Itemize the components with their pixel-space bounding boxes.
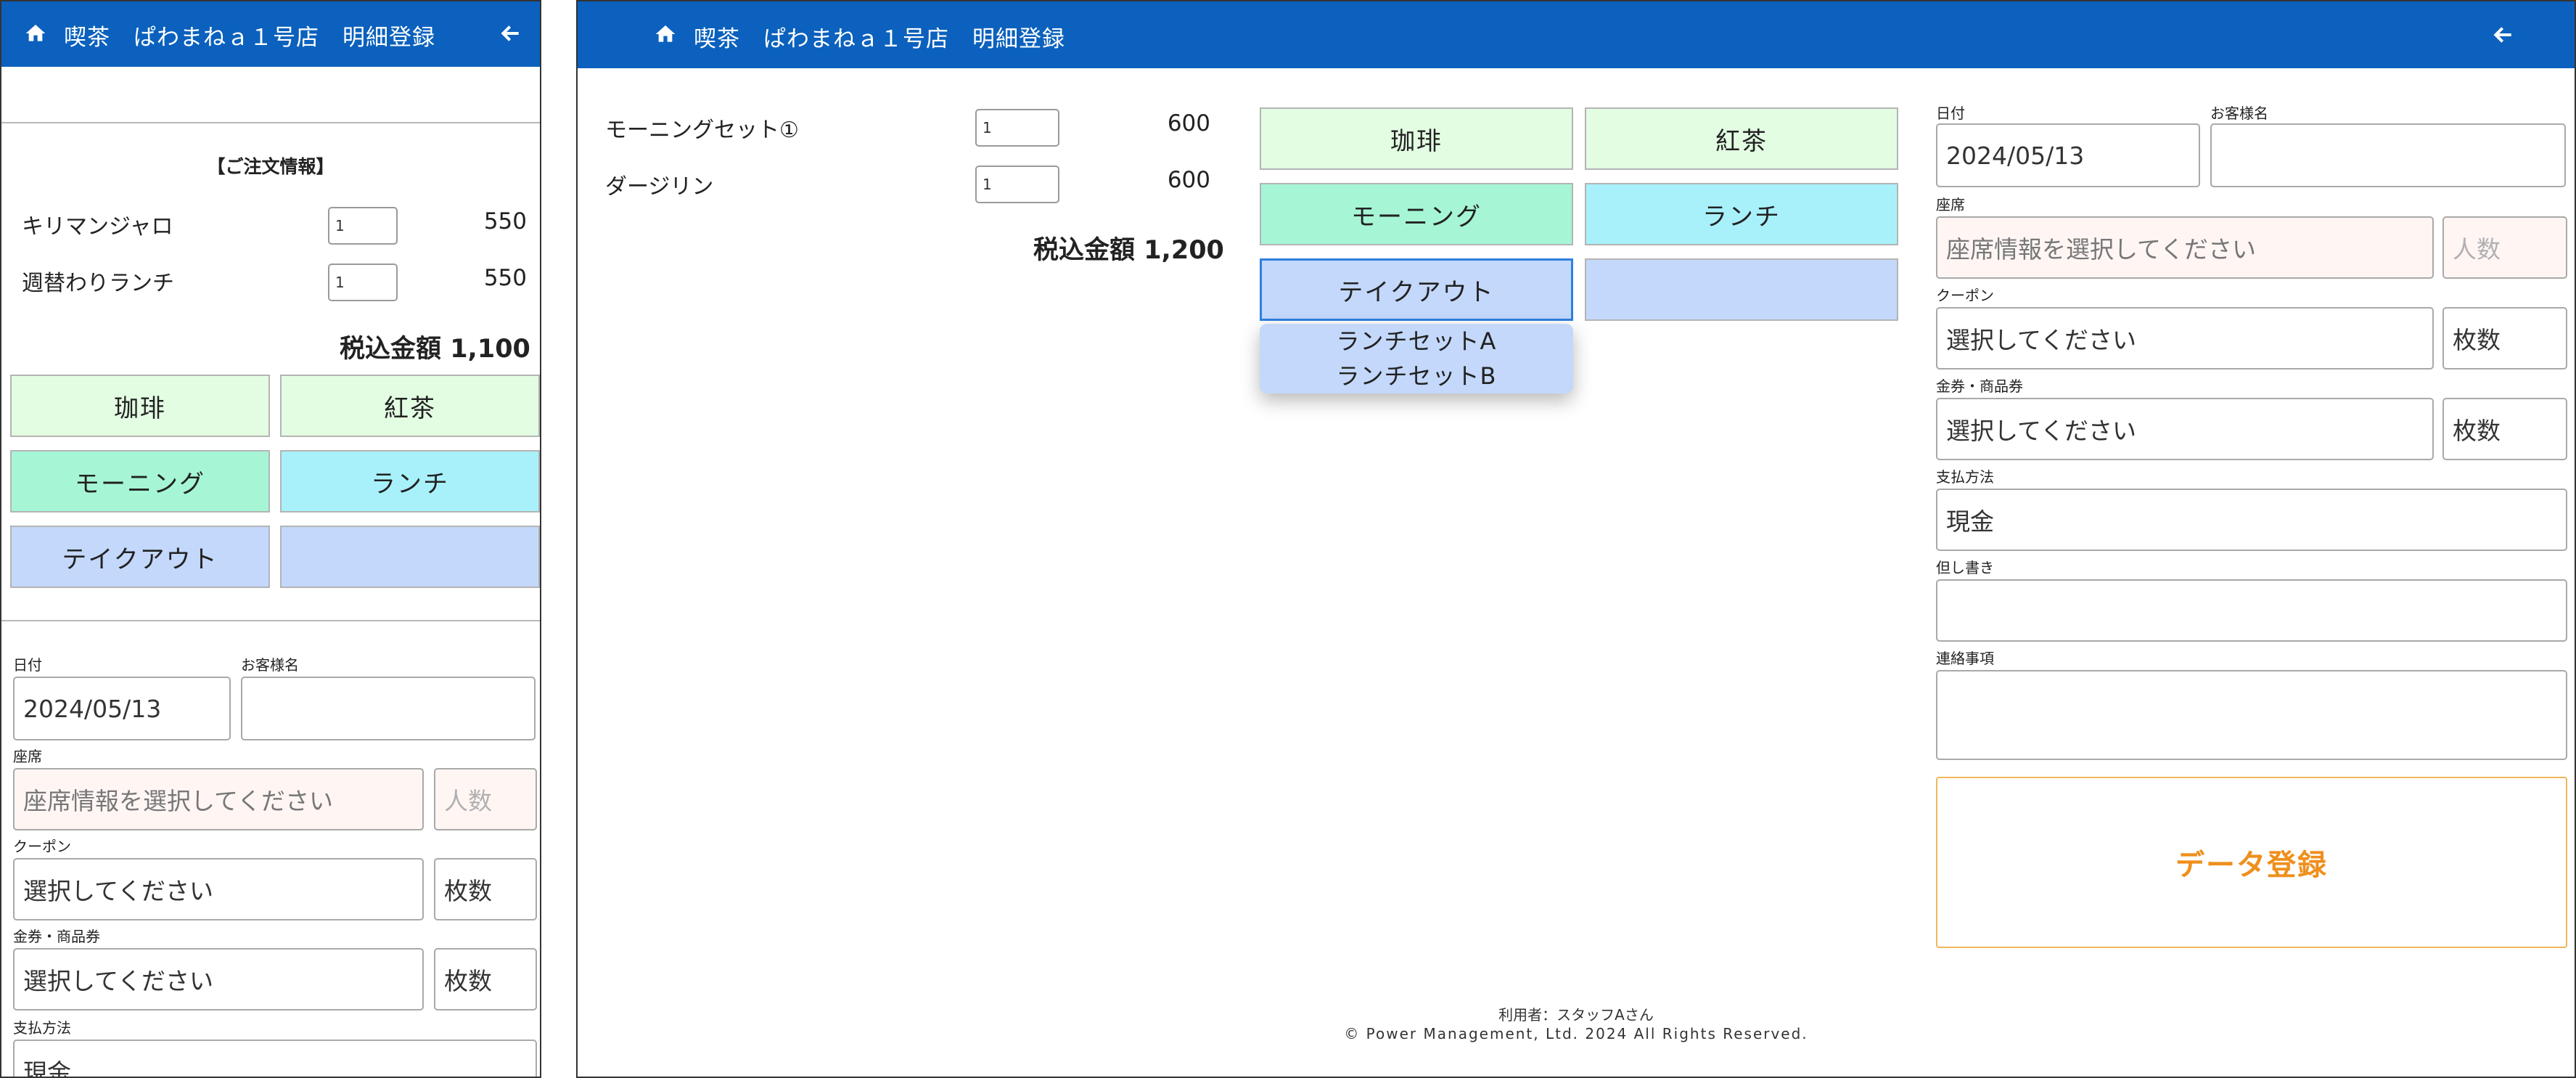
category-button-morning[interactable]: モーニング bbox=[1260, 183, 1573, 245]
quantity-input[interactable]: 1 bbox=[328, 264, 398, 301]
coupon-count-select[interactable]: 枚数 bbox=[434, 858, 537, 920]
people-placeholder: 人数 bbox=[444, 787, 492, 815]
footer-copyright: © Power Management, Ltd. 2024 All Rights… bbox=[1344, 1025, 1808, 1042]
people-count-input[interactable]: 人数 bbox=[434, 768, 537, 830]
voucher-placeholder: 選択してください bbox=[1946, 417, 2137, 445]
payment-label: 支払方法 bbox=[13, 1019, 71, 1037]
voucher-label: 金券・商品券 bbox=[13, 928, 100, 945]
coupon-placeholder: 選択してください bbox=[23, 877, 214, 905]
category-button-lunch[interactable]: ランチ bbox=[1585, 183, 1898, 245]
arrow-left-icon[interactable] bbox=[2492, 23, 2515, 46]
quantity-input[interactable]: 1 bbox=[975, 109, 1059, 147]
category-button-morning[interactable]: モーニング bbox=[10, 450, 270, 513]
contact-label: 連絡事項 bbox=[1936, 650, 1994, 667]
desktop-header: 喫茶 ぱわまねａ１号店 明細登録 bbox=[578, 1, 2575, 68]
total-amount: 税込金額 1,100 bbox=[340, 328, 530, 365]
note-label: 但し書き bbox=[1936, 559, 1994, 576]
total-label: 税込金額 bbox=[1033, 236, 1136, 265]
total-label: 税込金額 bbox=[340, 335, 442, 364]
coupon-count-label: 枚数 bbox=[444, 877, 492, 905]
home-icon[interactable] bbox=[653, 23, 678, 46]
desktop-view: 喫茶 ぱわまねａ１号店 明細登録 モーニングセット① 1 600 ダージリン 1… bbox=[576, 0, 2576, 1078]
order-item-price: 600 bbox=[1167, 110, 1210, 136]
mobile-view: 喫茶 ぱわまねａ１号店 明細登録 【ご注文情報】 キリマンジャロ 1 550 週… bbox=[0, 0, 541, 1078]
customer-label: お客様名 bbox=[241, 656, 299, 674]
order-item-name: キリマンジャロ bbox=[22, 214, 173, 240]
divider bbox=[1, 122, 540, 123]
date-input[interactable]: 2024/05/13 bbox=[13, 677, 231, 740]
people-count-input[interactable]: 人数 bbox=[2442, 216, 2567, 279]
payment-select[interactable]: 現金 bbox=[13, 1040, 537, 1077]
voucher-count-select[interactable]: 枚数 bbox=[434, 948, 537, 1010]
category-button-lunch[interactable]: ランチ bbox=[280, 450, 540, 513]
order-item-name: ダージリン bbox=[605, 174, 714, 200]
coupon-count-label: 枚数 bbox=[2453, 326, 2501, 354]
quantity-input[interactable]: 1 bbox=[328, 207, 398, 245]
submit-button[interactable]: データ登録 bbox=[1936, 777, 2567, 948]
voucher-count-label: 枚数 bbox=[2453, 417, 2501, 445]
payment-label: 支払方法 bbox=[1936, 468, 1994, 486]
category-button-tea[interactable]: 紅茶 bbox=[280, 375, 540, 437]
customer-name-input[interactable] bbox=[241, 677, 536, 740]
customer-name-input[interactable] bbox=[2210, 123, 2566, 187]
total-amount: 税込金額 1,200 bbox=[1033, 229, 1224, 266]
divider bbox=[1, 620, 540, 621]
takeout-dropdown-menu: ランチセットA ランチセットB bbox=[1260, 324, 1573, 393]
category-button-takeout[interactable]: テイクアウト bbox=[10, 526, 270, 588]
seat-select[interactable]: 座席情報を選択してください bbox=[13, 768, 424, 830]
note-input[interactable] bbox=[1936, 579, 2567, 642]
total-value: 1,100 bbox=[450, 335, 530, 364]
voucher-select[interactable]: 選択してください bbox=[13, 948, 424, 1010]
date-label: 日付 bbox=[13, 656, 42, 674]
quantity-input[interactable]: 1 bbox=[975, 166, 1059, 203]
order-section-title: 【ご注文情報】 bbox=[207, 156, 335, 177]
category-button-takeout[interactable]: テイクアウト bbox=[1260, 258, 1573, 321]
seat-select[interactable]: 座席情報を選択してください bbox=[1936, 216, 2434, 279]
order-item-price: 550 bbox=[483, 208, 527, 234]
coupon-placeholder: 選択してください bbox=[1946, 326, 2137, 354]
category-button-tea[interactable]: 紅茶 bbox=[1585, 107, 1898, 170]
seat-placeholder: 座席情報を選択してください bbox=[1946, 235, 2257, 264]
date-input[interactable]: 2024/05/13 bbox=[1936, 123, 2200, 187]
home-icon[interactable] bbox=[23, 22, 48, 45]
seat-label: 座席 bbox=[1936, 196, 1965, 213]
voucher-count-select[interactable]: 枚数 bbox=[2442, 398, 2567, 460]
voucher-label: 金券・商品券 bbox=[1936, 377, 2023, 395]
category-button-empty[interactable] bbox=[1585, 258, 1898, 321]
coupon-select[interactable]: 選択してください bbox=[1936, 307, 2434, 369]
contact-textarea[interactable] bbox=[1936, 670, 2567, 760]
order-item-price: 550 bbox=[483, 265, 527, 291]
dropdown-item-lunch-set-b[interactable]: ランチセットB bbox=[1337, 359, 1497, 393]
date-label: 日付 bbox=[1936, 105, 1965, 122]
seat-placeholder: 座席情報を選択してください bbox=[23, 787, 334, 815]
mobile-header: 喫茶 ぱわまねａ１号店 明細登録 bbox=[1, 1, 540, 67]
seat-label: 座席 bbox=[13, 748, 42, 765]
order-item-name: モーニングセット① bbox=[605, 118, 799, 143]
coupon-count-select[interactable]: 枚数 bbox=[2442, 307, 2567, 369]
order-item-price: 600 bbox=[1167, 167, 1210, 193]
voucher-placeholder: 選択してください bbox=[23, 967, 214, 995]
customer-label: お客様名 bbox=[2210, 105, 2268, 122]
category-button-empty[interactable] bbox=[280, 526, 540, 588]
category-button-coffee[interactable]: 珈琲 bbox=[10, 375, 270, 437]
arrow-left-icon[interactable] bbox=[499, 22, 522, 45]
payment-select[interactable]: 現金 bbox=[1936, 489, 2567, 551]
page-title: 喫茶 ぱわまねａ１号店 明細登録 bbox=[694, 26, 1065, 52]
people-placeholder: 人数 bbox=[2453, 235, 2501, 264]
page-title: 喫茶 ぱわまねａ１号店 明細登録 bbox=[64, 25, 435, 51]
coupon-label: クーポン bbox=[13, 838, 71, 855]
dropdown-item-lunch-set-a[interactable]: ランチセットA bbox=[1337, 324, 1497, 359]
order-item-name: 週替わりランチ bbox=[22, 271, 174, 296]
voucher-count-label: 枚数 bbox=[444, 967, 492, 995]
total-value: 1,200 bbox=[1144, 236, 1224, 265]
footer-user: 利用者：スタッフAさん bbox=[1498, 1006, 1654, 1024]
coupon-label: クーポン bbox=[1936, 287, 1994, 304]
coupon-select[interactable]: 選択してください bbox=[13, 858, 424, 920]
voucher-select[interactable]: 選択してください bbox=[1936, 398, 2434, 460]
category-button-coffee[interactable]: 珈琲 bbox=[1260, 107, 1573, 170]
